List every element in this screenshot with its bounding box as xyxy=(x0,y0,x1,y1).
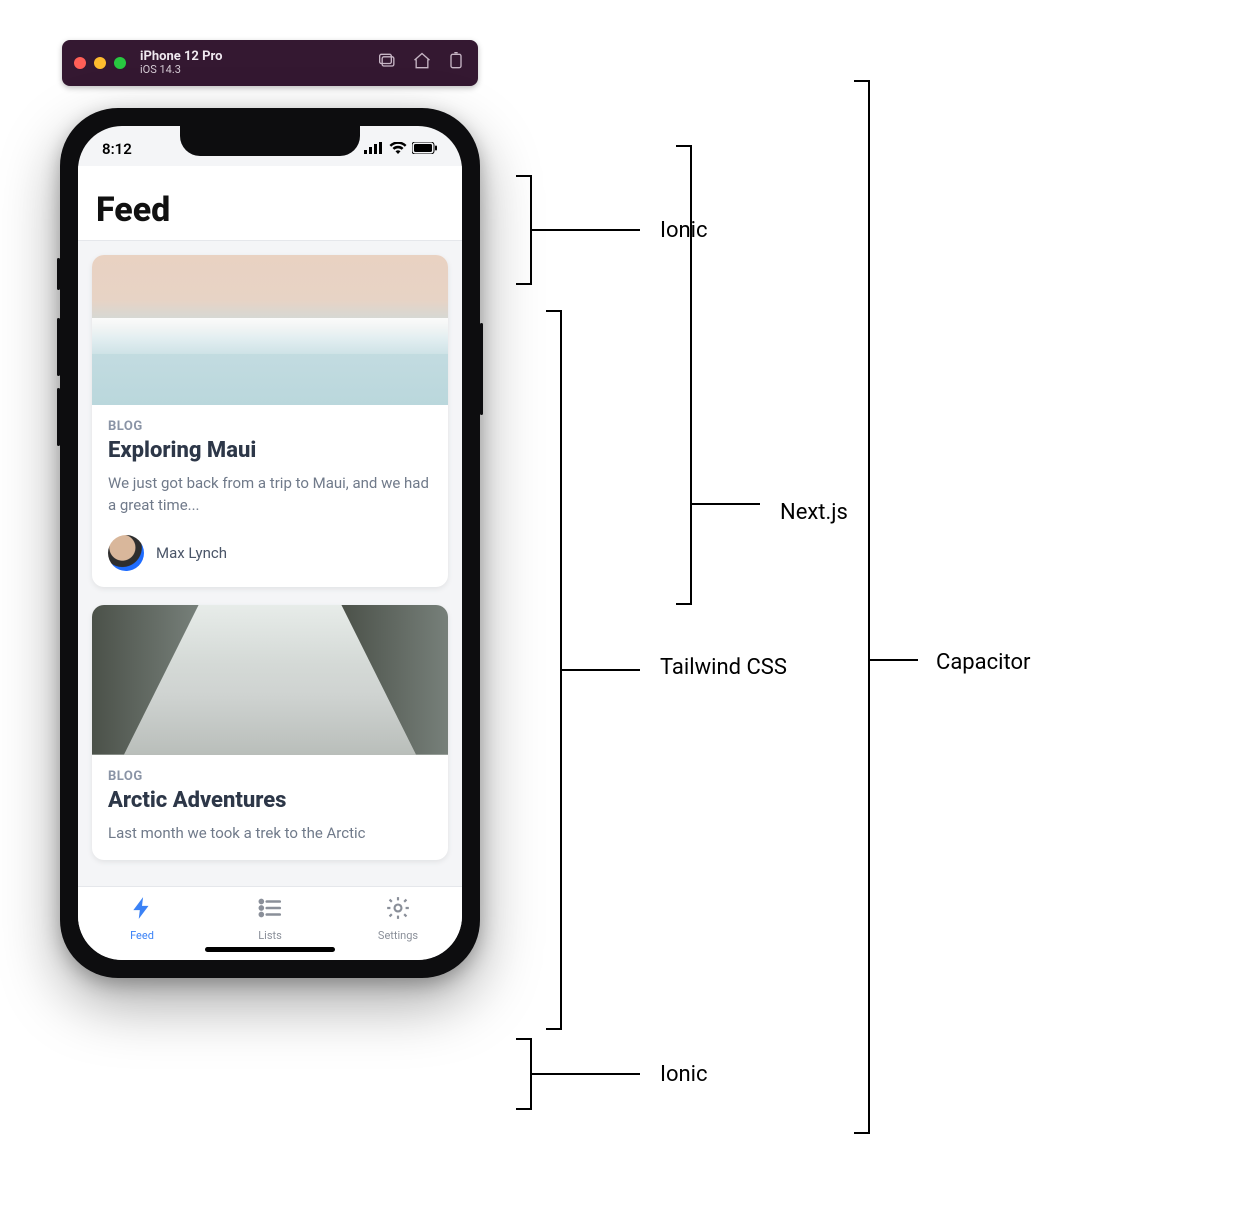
device-name: iPhone 12 Pro xyxy=(140,50,222,64)
fullscreen-icon[interactable] xyxy=(114,57,126,69)
annotation-bracket xyxy=(560,310,562,1030)
page-title: Feed xyxy=(96,190,444,230)
volume-down-button xyxy=(57,388,60,446)
card-image xyxy=(92,605,448,755)
annotation-label: Ionic xyxy=(660,218,708,243)
annotation-bracket xyxy=(868,80,870,1134)
tab-label: Settings xyxy=(378,929,418,942)
wifi-icon xyxy=(389,140,407,158)
feed-card[interactable]: BLOG Arctic Adventures Last month we too… xyxy=(92,605,448,861)
annotation-label: Next.js xyxy=(780,500,848,525)
home-icon[interactable] xyxy=(412,51,432,75)
card-eyebrow: BLOG xyxy=(108,419,432,434)
device-os: iOS 14.3 xyxy=(140,64,222,76)
annotation-bracket xyxy=(530,175,532,285)
feed-content[interactable]: BLOG Exploring Maui We just got back fro… xyxy=(78,241,462,886)
rotate-icon[interactable] xyxy=(446,51,466,75)
volume-up-button xyxy=(57,318,60,376)
battery-icon xyxy=(412,140,438,158)
minimize-icon[interactable] xyxy=(94,57,106,69)
card-excerpt: Last month we took a trek to the Arctic xyxy=(108,823,432,845)
card-image xyxy=(92,255,448,405)
annotation-bracket xyxy=(690,145,692,605)
list-icon xyxy=(257,895,283,925)
card-excerpt: We just got back from a trip to Maui, an… xyxy=(108,473,432,517)
status-time: 8:12 xyxy=(102,140,132,158)
gear-icon xyxy=(385,895,411,925)
avatar xyxy=(108,535,144,571)
power-button xyxy=(480,323,483,415)
screenshot-icon[interactable] xyxy=(378,51,398,75)
card-eyebrow: BLOG xyxy=(108,769,432,784)
mute-switch xyxy=(57,258,60,290)
card-title: Arctic Adventures xyxy=(108,788,432,813)
notch xyxy=(180,126,360,156)
tab-label: Lists xyxy=(258,929,282,942)
tab-feed[interactable]: Feed xyxy=(102,895,182,960)
close-icon[interactable] xyxy=(74,57,86,69)
annotation-bracket xyxy=(530,1038,532,1110)
feed-card[interactable]: BLOG Exploring Maui We just got back fro… xyxy=(92,255,448,587)
card-title: Exploring Maui xyxy=(108,438,432,463)
annotation-label: Tailwind CSS xyxy=(660,655,787,680)
annotation-label: Ionic xyxy=(660,1062,708,1087)
annotation-label: Capacitor xyxy=(936,650,1030,675)
bolt-icon xyxy=(129,895,155,925)
home-indicator[interactable] xyxy=(205,947,335,952)
app-header: Feed xyxy=(78,166,462,241)
author-name: Max Lynch xyxy=(156,544,227,562)
tab-label: Feed xyxy=(130,929,154,942)
cellular-icon xyxy=(364,140,384,158)
phone-frame: 8:12 Feed BLOG Exploring Maui We just go… xyxy=(60,108,480,978)
window-controls[interactable] xyxy=(74,57,126,69)
tab-settings[interactable]: Settings xyxy=(358,895,438,960)
simulator-titlebar: iPhone 12 Pro iOS 14.3 xyxy=(62,40,478,86)
